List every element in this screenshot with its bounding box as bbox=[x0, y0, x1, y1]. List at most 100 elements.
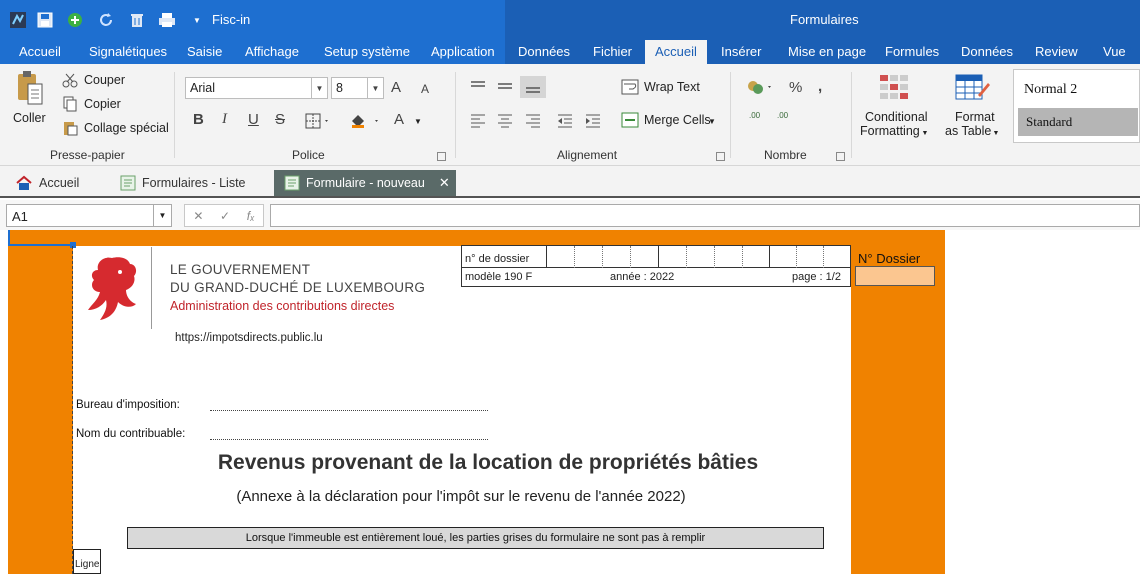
font-color-button[interactable]: A bbox=[394, 111, 404, 128]
align-left-icon[interactable] bbox=[469, 112, 487, 128]
decrease-indent-icon[interactable] bbox=[556, 112, 574, 128]
comma-style-button[interactable]: , bbox=[818, 78, 822, 95]
increase-decimal-button[interactable]: .00 bbox=[749, 112, 760, 120]
doc-tab-formulaire-nouveau[interactable]: Formulaire - nouveau ✕ bbox=[274, 170, 456, 196]
formula-bar: A1 ▼ ✕ ✓ fₓ bbox=[0, 200, 1140, 230]
formula-input[interactable] bbox=[270, 204, 1140, 227]
format-as-table-label-1[interactable]: Format bbox=[955, 110, 995, 124]
grow-font-button[interactable]: A bbox=[391, 79, 401, 96]
number-dialog-launcher-icon[interactable] bbox=[836, 152, 845, 161]
strikethrough-button[interactable]: S bbox=[275, 111, 285, 128]
font-size-select[interactable]: 8 ▼ bbox=[331, 77, 384, 99]
tab-review[interactable]: Review bbox=[1035, 44, 1078, 59]
tab-affichage[interactable]: Affichage bbox=[245, 44, 299, 59]
format-as-table-label-2[interactable]: as Table bbox=[945, 124, 991, 138]
home-icon bbox=[15, 175, 33, 191]
borders-icon[interactable] bbox=[305, 113, 331, 129]
save-icon[interactable] bbox=[35, 10, 55, 30]
conditional-formatting-label-1[interactable]: Conditional bbox=[865, 110, 928, 124]
confirm-icon[interactable]: ✓ bbox=[220, 209, 230, 223]
chevron-down-icon[interactable]: ▼ bbox=[153, 205, 171, 226]
function-icon[interactable]: fₓ bbox=[247, 209, 255, 223]
align-right-icon[interactable] bbox=[524, 112, 542, 128]
alignment-dialog-launcher-icon[interactable] bbox=[716, 152, 725, 161]
trash-icon[interactable] bbox=[127, 10, 147, 30]
font-dialog-launcher-icon[interactable] bbox=[437, 152, 446, 161]
align-center-icon[interactable] bbox=[496, 112, 514, 128]
format-as-table-icon bbox=[954, 73, 992, 103]
print-icon[interactable] bbox=[157, 10, 177, 30]
tab-formules[interactable]: Formules bbox=[885, 44, 939, 59]
chevron-down-icon[interactable]: ▼ bbox=[992, 129, 1000, 137]
align-top-icon[interactable] bbox=[469, 78, 487, 94]
n-dossier-input[interactable] bbox=[855, 266, 935, 286]
tab-mise-en-page[interactable]: Mise en page bbox=[788, 44, 866, 59]
doc-tab-accueil[interactable]: Accueil bbox=[15, 170, 79, 196]
tab-inserer[interactable]: Insérer bbox=[721, 44, 761, 59]
paste-icon[interactable] bbox=[14, 70, 46, 110]
dossier-digit-cell[interactable] bbox=[823, 246, 824, 268]
refresh-icon[interactable] bbox=[96, 10, 116, 30]
dossier-digit-cell[interactable] bbox=[769, 246, 770, 268]
doc-tab-formulaires-liste[interactable]: Formulaires - Liste bbox=[120, 170, 246, 196]
tab-donnees-2[interactable]: Données bbox=[961, 44, 1013, 59]
decrease-decimal-button[interactable]: .00 bbox=[777, 112, 788, 120]
close-icon[interactable]: ✕ bbox=[439, 175, 450, 191]
paste-special-button[interactable]: Collage spécial bbox=[84, 121, 169, 135]
chevron-down-icon[interactable]: ▼ bbox=[708, 117, 716, 126]
paste-button[interactable]: Coller bbox=[13, 111, 46, 125]
selected-cell-a1[interactable] bbox=[8, 230, 74, 246]
increase-indent-icon[interactable] bbox=[584, 112, 602, 128]
cut-button[interactable]: Couper bbox=[84, 73, 125, 87]
wrap-text-button[interactable]: Wrap Text bbox=[644, 80, 700, 94]
tab-saisie[interactable]: Saisie bbox=[187, 44, 222, 59]
tab-fichier[interactable]: Fichier bbox=[593, 44, 632, 59]
percent-button[interactable]: % bbox=[789, 79, 802, 96]
dossier-digit-cell[interactable] bbox=[686, 246, 687, 268]
add-icon[interactable] bbox=[65, 10, 85, 30]
italic-button[interactable]: I bbox=[222, 111, 227, 128]
tab-application[interactable]: Application bbox=[431, 44, 495, 59]
chevron-down-icon[interactable]: ▼ bbox=[367, 78, 383, 98]
tab-signaletiques[interactable]: Signalétiques bbox=[89, 44, 167, 59]
dossier-digit-cell[interactable] bbox=[796, 246, 797, 268]
dossier-digit-cell[interactable] bbox=[574, 246, 575, 268]
copy-button[interactable]: Copier bbox=[84, 97, 121, 111]
dossier-digit-cell[interactable] bbox=[714, 246, 715, 268]
chevron-down-icon[interactable]: ▼ bbox=[921, 129, 929, 137]
dossier-digit-cell[interactable] bbox=[546, 246, 547, 268]
currency-icon[interactable] bbox=[746, 78, 776, 96]
font-family-select[interactable]: Arial ▼ bbox=[185, 77, 328, 99]
customize-icon[interactable]: ▼ bbox=[192, 10, 202, 30]
dossier-digit-cell[interactable] bbox=[602, 246, 603, 268]
bold-button[interactable]: B bbox=[193, 111, 204, 128]
style-standard[interactable]: Standard bbox=[1018, 108, 1138, 136]
chevron-down-icon[interactable]: ▼ bbox=[311, 78, 327, 98]
tab-accueil-app[interactable]: Accueil bbox=[19, 44, 61, 59]
style-normal-2[interactable]: Normal 2 bbox=[1024, 82, 1077, 98]
paste-special-icon bbox=[62, 120, 78, 136]
merge-cells-button[interactable]: Merge Cells bbox=[644, 113, 711, 127]
separator bbox=[174, 72, 175, 158]
tab-accueil[interactable]: Accueil bbox=[645, 40, 707, 64]
app-icon[interactable] bbox=[8, 10, 28, 30]
tab-vue[interactable]: Vue bbox=[1103, 44, 1126, 59]
fill-color-icon[interactable] bbox=[349, 113, 383, 129]
dossier-digit-cell[interactable] bbox=[630, 246, 631, 268]
align-middle-icon[interactable] bbox=[496, 78, 514, 94]
chevron-down-icon[interactable]: ▼ bbox=[414, 117, 422, 126]
dossier-digit-cell[interactable] bbox=[658, 246, 659, 268]
align-bottom-icon[interactable] bbox=[520, 76, 546, 98]
conditional-formatting-label-2[interactable]: Formatting bbox=[860, 124, 920, 138]
cancel-icon[interactable]: ✕ bbox=[193, 209, 203, 223]
tab-donnees-1[interactable]: Données bbox=[518, 44, 570, 59]
bureau-input[interactable] bbox=[210, 410, 488, 411]
doc-tab-label: Accueil bbox=[39, 176, 80, 190]
nom-input[interactable] bbox=[210, 439, 488, 440]
fill-handle[interactable] bbox=[70, 242, 76, 248]
name-box[interactable]: A1 ▼ bbox=[6, 204, 172, 227]
dossier-digit-cell[interactable] bbox=[742, 246, 743, 268]
tab-setup-systeme[interactable]: Setup système bbox=[324, 44, 410, 59]
shrink-font-button[interactable]: A bbox=[421, 82, 429, 96]
underline-button[interactable]: U bbox=[248, 111, 259, 128]
